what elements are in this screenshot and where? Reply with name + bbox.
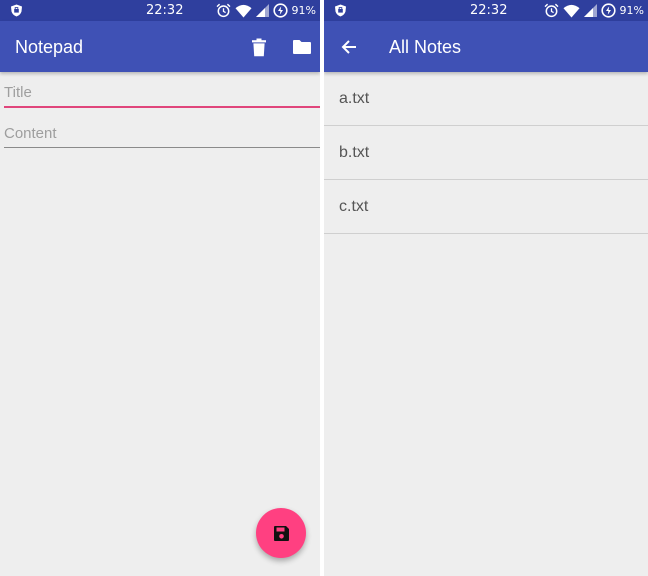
all-notes-screen: 22:32 91% All Notes a.txt b.txt c.txt: [324, 0, 648, 576]
app-bar: All Notes: [324, 21, 648, 72]
app-title: Notepad: [15, 37, 84, 57]
wifi-icon: [235, 4, 252, 17]
battery-percent: 91%: [619, 4, 644, 17]
title-input[interactable]: [4, 82, 320, 104]
status-time: 22:32: [146, 3, 184, 18]
battery-saver-icon: [600, 3, 616, 18]
alarm-icon: [544, 3, 559, 18]
list-item[interactable]: b.txt: [324, 126, 648, 180]
list-item[interactable]: a.txt: [324, 72, 648, 126]
shield-icon: [335, 4, 346, 17]
battery-percent: 91%: [291, 4, 316, 17]
content-input[interactable]: [4, 123, 320, 145]
list-item[interactable]: c.txt: [324, 180, 648, 234]
signal-icon: [255, 4, 269, 17]
back-button[interactable]: [337, 35, 361, 59]
open-folder-button[interactable]: [290, 35, 314, 59]
folder-icon: [293, 40, 311, 54]
content-field[interactable]: [4, 123, 320, 148]
title-field[interactable]: [4, 82, 320, 108]
system-icons: 91%: [544, 2, 644, 19]
save-button[interactable]: [256, 508, 306, 558]
note-name: c.txt: [339, 198, 369, 215]
status-bar: 22:32 91%: [324, 0, 648, 21]
app-bar: Notepad: [0, 21, 320, 72]
title-underline: [4, 106, 320, 108]
arrow-back-icon: [341, 40, 356, 54]
system-icons: 91%: [216, 2, 316, 19]
save-icon: [273, 525, 289, 541]
page-title: All Notes: [389, 37, 462, 57]
note-name: b.txt: [339, 144, 370, 161]
delete-button[interactable]: [247, 35, 271, 59]
notepad-editor-screen: 22:32 91% Notepad Title Content: [0, 0, 320, 576]
battery-saver-icon: [272, 3, 288, 18]
status-time: 22:32: [470, 3, 508, 18]
status-bar: 22:32 91%: [0, 0, 320, 21]
content-underline: [4, 147, 320, 148]
app-stage: 22:32 91% Notepad Title Content 22:32 91…: [0, 0, 648, 576]
delete-icon: [252, 38, 266, 56]
shield-icon: [11, 4, 22, 17]
notes-list: a.txt b.txt c.txt: [324, 72, 648, 234]
wifi-icon: [563, 4, 580, 17]
signal-icon: [583, 4, 597, 17]
alarm-icon: [216, 3, 231, 18]
note-name: a.txt: [339, 90, 370, 107]
